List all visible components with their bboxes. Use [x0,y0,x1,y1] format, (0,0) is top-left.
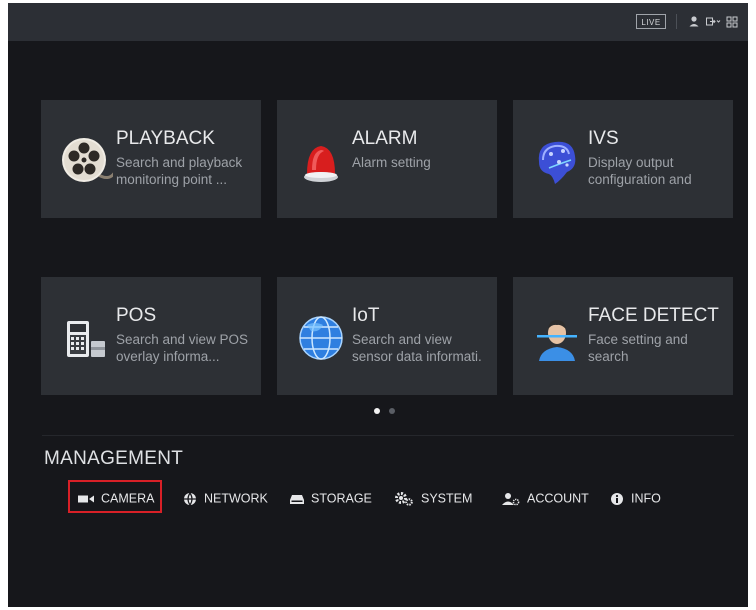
nav-network[interactable]: NETWORK [183,481,268,515]
logout-icon[interactable] [705,14,721,29]
nav-storage[interactable]: STORAGE [290,481,372,515]
globe-icon [299,316,343,360]
grid-menu-icon[interactable] [725,14,739,29]
live-button[interactable]: LIVE [636,14,666,29]
camera-icon [78,495,94,503]
tile-ivs[interactable]: IVS Display output configuration and [513,100,733,218]
tile-pos[interactable]: POS Search and view POS overlay informa..… [41,277,261,395]
tile-alarm[interactable]: ALARM Alarm setting [277,100,497,218]
tile-description: Search and view POS overlay informa... [116,332,249,364]
gear-icon [395,491,413,506]
nav-system[interactable]: SYSTEM [394,481,472,515]
tile-face-detect[interactable]: FACE DETECT Face setting and search [513,277,733,395]
tile-description: Display output configuration and [588,155,692,187]
user-icon[interactable] [688,14,700,29]
pos-terminal-icon [67,321,105,357]
app-window: LIVE PLAYBACK Search and playback monito… [8,3,748,607]
tile-title: FACE DETECT [588,305,719,326]
film-reel-icon [62,138,113,182]
nav-camera[interactable]: CAMERA [78,481,154,515]
tile-iot[interactable]: IoT Search and view sensor data informati… [277,277,497,395]
tile-title: ALARM [352,128,418,149]
tile-description: Search and view sensor data informati. [352,332,482,364]
tile-title: IoT [352,305,380,326]
tile-title: IVS [588,128,619,149]
tile-playback[interactable]: PLAYBACK Search and playback monitoring p… [41,100,261,218]
tile-description: Search and playback monitoring point ... [116,155,243,187]
tile-description: Face setting and search [588,332,688,364]
nav-info[interactable]: INFO [610,481,661,515]
management-title: MANAGEMENT [44,448,184,469]
toolbar-separator [676,14,677,29]
section-divider [42,435,734,436]
page-dot-active[interactable] [374,408,380,414]
nav-account[interactable]: ACCOUNT [502,481,589,515]
top-bar: LIVE [8,3,748,41]
network-icon [184,492,196,506]
tile-description: Alarm setting [352,155,431,170]
tile-title: PLAYBACK [116,128,215,149]
siren-icon [304,146,338,182]
storage-icon [290,494,304,504]
tile-title: POS [116,305,157,326]
account-icon [502,492,520,506]
face-scan-icon [537,320,577,361]
brain-icon [538,141,576,184]
page-dot[interactable] [389,408,395,414]
info-icon [611,492,623,505]
